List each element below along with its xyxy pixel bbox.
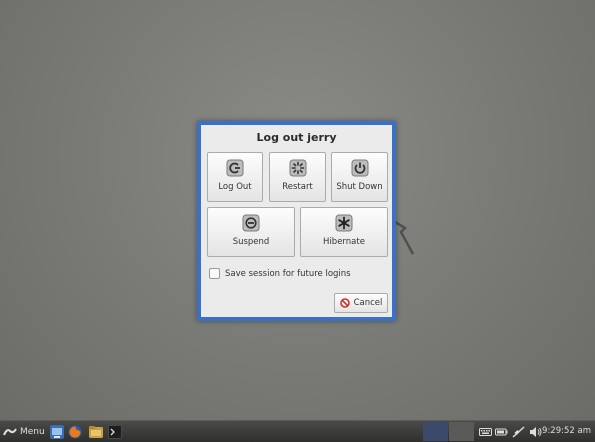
firefox-icon[interactable]: [68, 425, 82, 439]
restart-icon: [289, 159, 306, 177]
desktop-background-shape: [394, 220, 415, 255]
suspend-label: Suspend: [232, 237, 270, 247]
save-session-row: Save session for future logins: [209, 268, 351, 279]
hibernate-label: Hibernate: [323, 237, 365, 247]
logout-icon: [226, 159, 244, 177]
battery-icon[interactable]: [495, 426, 508, 438]
shutdown-label: Shut Down: [336, 182, 383, 192]
workspace-1[interactable]: [423, 422, 448, 441]
restart-label: Restart: [282, 182, 313, 192]
cancel-label: Cancel: [353, 298, 383, 308]
home-folder-icon[interactable]: [89, 425, 103, 439]
file-manager-icon[interactable]: [50, 425, 64, 439]
power-icon: [351, 159, 368, 177]
logout-label: Log Out: [218, 182, 252, 192]
suspend-icon: [242, 214, 260, 232]
logout-dialog: Log out jerry Log Out Restart Shut Down …: [197, 121, 396, 321]
clock[interactable]: 9:29:52 am: [542, 426, 591, 436]
dialog-title: Log out jerry: [256, 131, 337, 144]
terminal-icon[interactable]: [108, 425, 122, 439]
cancel-icon: [339, 298, 350, 308]
volume-icon[interactable]: [529, 426, 543, 438]
cancel-button[interactable]: Cancel: [334, 293, 388, 313]
restart-button[interactable]: Restart: [269, 152, 326, 202]
network-icon[interactable]: [512, 426, 525, 438]
shutdown-button[interactable]: Shut Down: [331, 152, 388, 202]
menu-icon: [3, 428, 17, 436]
save-session-label[interactable]: Save session for future logins: [225, 269, 351, 279]
logout-button[interactable]: Log Out: [207, 152, 263, 202]
taskbar: Menu 9:29:52 am: [0, 420, 595, 442]
logout-dialog-body: Log out jerry Log Out Restart Shut Down …: [201, 125, 392, 317]
keyboard-icon[interactable]: [479, 426, 492, 438]
workspace-2[interactable]: [449, 422, 474, 441]
save-session-checkbox[interactable]: [209, 268, 220, 279]
menu-label: Menu: [20, 427, 45, 437]
menu-button[interactable]: Menu: [3, 424, 45, 440]
snowflake-icon: [335, 214, 353, 232]
suspend-button[interactable]: Suspend: [207, 207, 295, 257]
hibernate-button[interactable]: Hibernate: [300, 207, 388, 257]
